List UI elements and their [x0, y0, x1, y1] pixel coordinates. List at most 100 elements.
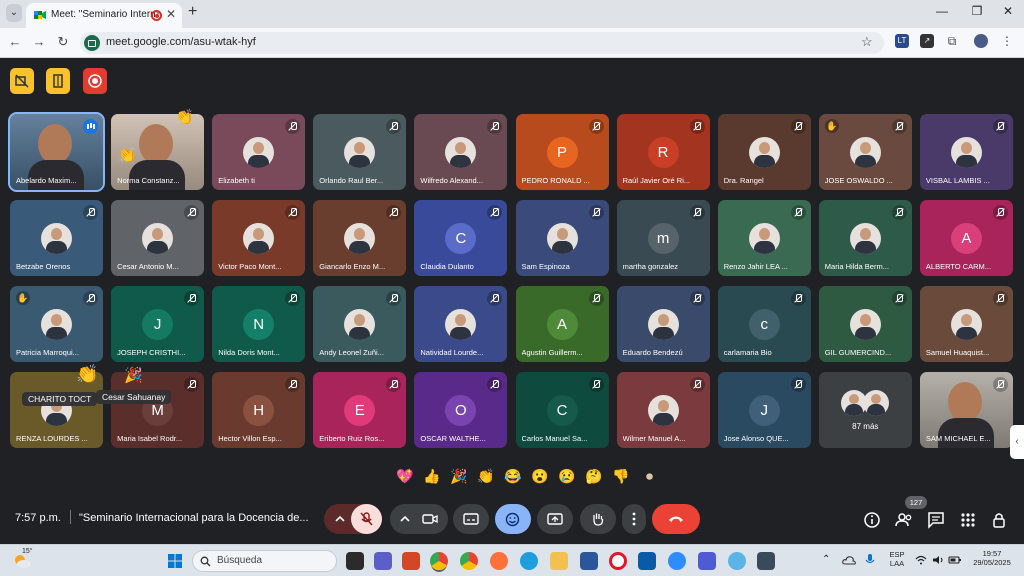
- opera-icon[interactable]: [609, 552, 627, 570]
- participant-tile[interactable]: Cesar Antonio M...: [111, 200, 205, 276]
- participant-tile[interactable]: Natividad Lourde...: [414, 286, 508, 362]
- store-icon[interactable]: [638, 552, 656, 570]
- firefox-icon[interactable]: [490, 552, 508, 570]
- participant-tile[interactable]: ✋ JOSE OSWALDO ...: [818, 114, 912, 190]
- participant-tile[interactable]: Samuel Huaquist...: [919, 286, 1013, 362]
- people-icon[interactable]: [894, 510, 914, 530]
- participant-tile[interactable]: VISBAL LAMBIS ...: [919, 114, 1013, 190]
- new-tab-button[interactable]: +: [188, 3, 197, 21]
- reaction-thumbs-up-button[interactable]: 👍: [423, 468, 440, 485]
- site-info-icon[interactable]: [84, 35, 100, 51]
- participant-tile[interactable]: C Carlos Manuel Sa...: [515, 372, 609, 448]
- tray-overflow-chevron-icon[interactable]: ⌃: [822, 554, 830, 565]
- bookmark-star-icon[interactable]: ☆: [861, 34, 873, 50]
- activities-grid-icon[interactable]: [958, 510, 978, 530]
- participant-tile[interactable]: ✋ Patricia Marroqui...: [10, 286, 103, 362]
- maximize-button[interactable]: ❐: [967, 4, 987, 18]
- participant-tile[interactable]: Wilmer Manuel A...: [616, 372, 710, 448]
- participant-tile[interactable]: Orlando Raul Ber...: [313, 114, 407, 190]
- participant-tile[interactable]: Giancarlo Enzo M...: [313, 200, 407, 276]
- file-explorer-icon[interactable]: [550, 552, 568, 570]
- participant-tile[interactable]: Andy Leonel Zuñi...: [313, 286, 407, 362]
- recording-badge-icon[interactable]: [83, 68, 107, 94]
- taskbar-search-box[interactable]: Búsqueda: [192, 550, 337, 572]
- tab-list-chevron-icon[interactable]: ⌄: [6, 4, 22, 22]
- reaction-laugh-button[interactable]: 😂: [504, 468, 521, 485]
- calculator-icon[interactable]: [757, 552, 775, 570]
- battery-icon[interactable]: [948, 555, 962, 565]
- participant-tile[interactable]: J Jose Alonso QUE...: [717, 372, 811, 448]
- forward-arrow-icon[interactable]: →: [30, 33, 48, 51]
- wifi-icon[interactable]: [915, 555, 927, 565]
- participant-tile[interactable]: J JOSEPH CRISTHI...: [111, 286, 205, 362]
- reactions-button[interactable]: [495, 504, 531, 534]
- language-indicator[interactable]: ESP LAA: [884, 550, 910, 568]
- task-view-icon[interactable]: [346, 552, 364, 570]
- participant-tile[interactable]: Sam Espinoza: [515, 200, 609, 276]
- reaction-thinking-button[interactable]: 🤔: [585, 468, 602, 485]
- camera-off-badge-icon[interactable]: [10, 68, 34, 94]
- participant-tile[interactable]: 87 más: [818, 372, 912, 448]
- tab-meet[interactable]: Meet: "Seminario Internacio ✕: [26, 3, 182, 28]
- chrome-profile-icon[interactable]: [460, 552, 478, 570]
- volume-icon[interactable]: [932, 555, 944, 565]
- participant-tile[interactable]: H Hector Villon Esp...: [212, 372, 306, 448]
- participant-tile[interactable]: Abelardo Maxim...: [8, 112, 105, 192]
- participant-tile[interactable]: Elizabeth ti: [212, 114, 306, 190]
- camera-icon[interactable]: [422, 512, 438, 526]
- chrome-active-icon[interactable]: [430, 552, 448, 570]
- participant-tile[interactable]: c carlamaria Bio: [717, 286, 811, 362]
- microphone-off-button[interactable]: [351, 504, 382, 534]
- tray-mic-icon[interactable]: [865, 553, 875, 567]
- reaction-thumbs-down-button[interactable]: 👎: [612, 468, 629, 485]
- puzzle-extensions-icon[interactable]: ⧉: [945, 34, 959, 48]
- reaction-sad-button[interactable]: 😢: [558, 468, 575, 485]
- participant-tile[interactable]: C Claudia Dulanto: [414, 200, 508, 276]
- participant-tile[interactable]: Wilfredo Alexand...: [414, 114, 508, 190]
- back-arrow-icon[interactable]: ←: [6, 33, 24, 51]
- chat-icon[interactable]: [926, 510, 946, 530]
- participant-tile[interactable]: Renzo Jahir LEA ...: [717, 200, 811, 276]
- windows-start-icon[interactable]: [167, 553, 183, 569]
- zoom-icon[interactable]: [668, 552, 686, 570]
- languagetool-extension-icon[interactable]: LT: [895, 34, 909, 48]
- participant-tile[interactable]: Betzabe Orenos: [10, 200, 103, 276]
- reaction-clap-button[interactable]: 👏: [477, 468, 494, 485]
- reload-icon[interactable]: ↻: [54, 33, 72, 51]
- onedrive-cloud-icon[interactable]: [842, 555, 856, 565]
- participant-tile[interactable]: GIL GUMERCIND...: [818, 286, 912, 362]
- present-screen-button[interactable]: [537, 504, 573, 534]
- participant-tile[interactable]: A Agustin Guillerm...: [515, 286, 609, 362]
- participant-tile[interactable]: E Eriberto Ruiz Ros...: [313, 372, 407, 448]
- participant-tile[interactable]: A ALBERTO CARM...: [919, 200, 1013, 276]
- teams-icon[interactable]: [374, 552, 392, 570]
- leave-call-button[interactable]: [652, 504, 700, 534]
- browser-menu-icon[interactable]: ⋮: [1000, 34, 1014, 48]
- url-text[interactable]: meet.google.com/asu-wtak-hyf: [106, 36, 256, 48]
- raise-hand-button[interactable]: [580, 504, 616, 534]
- side-panel-toggle-icon[interactable]: ‹: [1010, 425, 1024, 459]
- address-bar[interactable]: meet.google.com/asu-wtak-hyf ☆: [80, 32, 884, 54]
- word-icon[interactable]: [580, 552, 598, 570]
- chevron-up-icon[interactable]: [334, 513, 346, 525]
- participant-tile[interactable]: O OSCAR WALTHE...: [414, 372, 508, 448]
- participant-tile[interactable]: P PEDRO RONALD ...: [515, 114, 609, 190]
- captions-button[interactable]: [453, 504, 489, 534]
- edge-icon[interactable]: [520, 552, 538, 570]
- reaction-heart-button[interactable]: 💖: [396, 468, 413, 485]
- participant-tile[interactable]: m martha gonzalez: [616, 200, 710, 276]
- participant-tile[interactable]: Eduardo Bendezú: [616, 286, 710, 362]
- participant-tile[interactable]: Maria Hilda Berm...: [818, 200, 912, 276]
- door-leave-badge-icon[interactable]: [46, 68, 70, 94]
- more-options-button[interactable]: [622, 504, 646, 534]
- participant-tile[interactable]: R Raúl Javier Oré Ri...: [616, 114, 710, 190]
- participant-tile[interactable]: N Nilda Doris Mont...: [212, 286, 306, 362]
- participant-tile[interactable]: Dra. Rangel: [717, 114, 811, 190]
- reaction-skin-tone-button[interactable]: ⏺: [646, 468, 653, 485]
- tab-close-icon[interactable]: ✕: [166, 7, 176, 21]
- reaction-party-button[interactable]: 🎉: [450, 468, 467, 485]
- profile-avatar[interactable]: [974, 34, 988, 48]
- close-window-button[interactable]: ✕: [998, 4, 1018, 18]
- host-controls-lock-icon[interactable]: [990, 510, 1010, 530]
- system-clock[interactable]: 19:57 29/05/2025: [966, 549, 1018, 567]
